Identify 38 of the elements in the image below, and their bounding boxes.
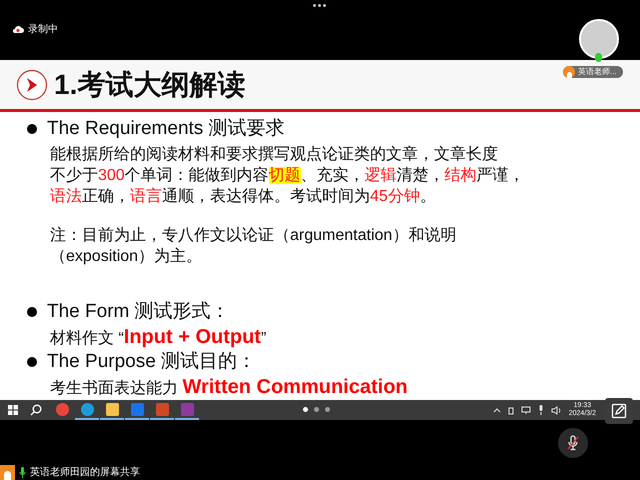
app-icon bbox=[80, 402, 94, 416]
app-icon bbox=[156, 402, 168, 416]
slide-title: 1.考试大纲解读 bbox=[54, 68, 246, 102]
taskbar-app[interactable] bbox=[100, 400, 124, 420]
taskbar-app[interactable] bbox=[125, 400, 149, 420]
chevron-icon bbox=[16, 68, 48, 100]
search-icon[interactable] bbox=[30, 404, 42, 416]
person-icon bbox=[0, 465, 15, 480]
network-icon[interactable] bbox=[520, 406, 531, 414]
paragraph: 考生书面表达能力 Written Communication bbox=[49, 377, 409, 399]
cloud-icon bbox=[12, 25, 24, 34]
share-label: 英语老师田园的屏幕共享 bbox=[30, 466, 140, 480]
recording-label: 录制中 bbox=[28, 22, 58, 37]
paragraph: 注：目前为止，专八作文以论证（argumentation）和说明 （exposition）为主。 bbox=[49, 226, 458, 267]
paragraph: 材料作文 “Input + Output” bbox=[49, 327, 268, 349]
taskbar-app[interactable] bbox=[150, 400, 174, 420]
more-icon[interactable] bbox=[313, 4, 326, 7]
muted-microphone-icon bbox=[566, 435, 580, 451]
section-heading: The Purpose 测试目的： bbox=[47, 350, 256, 374]
bullet-icon bbox=[27, 357, 37, 367]
app-icon bbox=[180, 402, 194, 416]
microphone-button[interactable] bbox=[558, 428, 588, 458]
person-icon bbox=[563, 66, 575, 78]
presenter-tag[interactable]: 英语老师... bbox=[563, 66, 623, 78]
pen-icon bbox=[611, 403, 627, 419]
chevron-up-icon[interactable] bbox=[492, 407, 501, 413]
windows-icon[interactable] bbox=[8, 405, 18, 415]
avatar[interactable] bbox=[578, 19, 619, 59]
folder-icon bbox=[106, 402, 118, 416]
speaker-icon[interactable] bbox=[550, 406, 562, 414]
app-icon bbox=[56, 402, 68, 416]
section-heading: The Requirements 测试要求 bbox=[47, 116, 285, 141]
section-heading: The Form 测试形式： bbox=[47, 300, 230, 324]
usb-icon[interactable] bbox=[508, 405, 514, 415]
app-icon bbox=[130, 402, 144, 416]
bullet-icon bbox=[27, 307, 37, 317]
bullet-icon bbox=[27, 124, 37, 134]
taskbar-app[interactable] bbox=[175, 400, 199, 420]
